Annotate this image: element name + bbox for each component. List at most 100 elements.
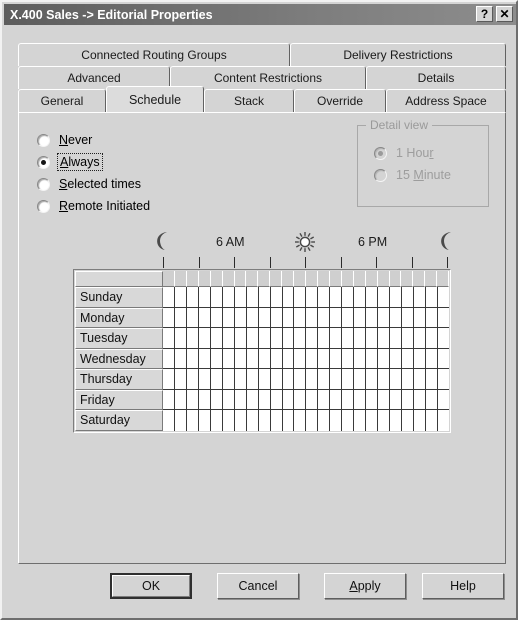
schedule-cell[interactable]: [306, 348, 319, 369]
tab-general[interactable]: General: [18, 89, 106, 112]
day-label[interactable]: Tuesday: [75, 328, 163, 349]
schedule-cell[interactable]: [402, 389, 415, 410]
schedule-cell[interactable]: [186, 410, 199, 431]
schedule-cell[interactable]: [354, 389, 367, 410]
schedule-cell[interactable]: [366, 389, 379, 410]
schedule-cell[interactable]: [402, 307, 415, 328]
schedule-cell[interactable]: [282, 410, 295, 431]
schedule-cell[interactable]: [234, 328, 247, 349]
schedule-cell[interactable]: [437, 348, 449, 369]
tab-details[interactable]: Details: [366, 66, 506, 89]
hour-cells[interactable]: [163, 389, 449, 410]
schedule-cell[interactable]: [174, 410, 187, 431]
tab-connected-routing-groups[interactable]: Connected Routing Groups: [18, 43, 290, 66]
schedule-cell[interactable]: [198, 271, 211, 287]
schedule-cell[interactable]: [246, 271, 259, 287]
schedule-cell[interactable]: [354, 307, 367, 328]
schedule-cell[interactable]: [366, 348, 379, 369]
tab-address-space[interactable]: Address Space: [386, 89, 506, 112]
schedule-cell[interactable]: [342, 328, 355, 349]
day-label[interactable]: Monday: [75, 307, 163, 328]
schedule-cell[interactable]: [198, 307, 211, 328]
schedule-cell[interactable]: [425, 328, 438, 349]
schedule-cell[interactable]: [378, 369, 391, 390]
schedule-cell[interactable]: [318, 307, 331, 328]
schedule-cell[interactable]: [354, 287, 367, 308]
schedule-cell[interactable]: [330, 307, 343, 328]
schedule-cell[interactable]: [186, 369, 199, 390]
schedule-cell[interactable]: [282, 307, 295, 328]
schedule-cell[interactable]: [318, 287, 331, 308]
schedule-cell[interactable]: [402, 410, 415, 431]
schedule-cell[interactable]: [174, 287, 187, 308]
hour-cells[interactable]: [163, 307, 449, 328]
schedule-cell[interactable]: [366, 410, 379, 431]
schedule-cell[interactable]: [366, 307, 379, 328]
schedule-cell[interactable]: [258, 348, 271, 369]
cancel-button[interactable]: Cancel: [217, 573, 299, 599]
schedule-cell[interactable]: [294, 271, 307, 287]
schedule-cell[interactable]: [282, 271, 295, 287]
schedule-cell[interactable]: [198, 348, 211, 369]
schedule-cell[interactable]: [258, 410, 271, 431]
schedule-cell[interactable]: [163, 287, 175, 308]
schedule-cell[interactable]: [270, 389, 283, 410]
schedule-cell[interactable]: [414, 287, 426, 308]
schedule-cell[interactable]: [174, 307, 187, 328]
day-label[interactable]: Wednesday: [75, 348, 163, 369]
schedule-cell[interactable]: [222, 307, 235, 328]
schedule-cell[interactable]: [354, 328, 367, 349]
schedule-cell[interactable]: [234, 271, 247, 287]
schedule-cell[interactable]: [306, 410, 319, 431]
schedule-cell[interactable]: [402, 287, 415, 308]
day-label[interactable]: Sunday: [75, 287, 163, 308]
schedule-cell[interactable]: [186, 389, 199, 410]
schedule-cell[interactable]: [378, 410, 391, 431]
schedule-cell[interactable]: [342, 287, 355, 308]
help-button[interactable]: Help: [422, 573, 504, 599]
schedule-cell[interactable]: [437, 389, 449, 410]
schedule-cell[interactable]: [234, 369, 247, 390]
schedule-cell[interactable]: [186, 348, 199, 369]
schedule-cell[interactable]: [186, 287, 199, 308]
schedule-cell[interactable]: [414, 328, 426, 349]
schedule-cell[interactable]: [317, 271, 330, 287]
schedule-cell[interactable]: [425, 369, 438, 390]
schedule-cell[interactable]: [246, 389, 259, 410]
schedule-cell[interactable]: [222, 389, 235, 410]
table-row[interactable]: Monday: [75, 307, 449, 328]
schedule-cell[interactable]: [342, 410, 355, 431]
schedule-cell[interactable]: [330, 389, 343, 410]
schedule-cell[interactable]: [341, 271, 354, 287]
schedule-cell[interactable]: [437, 369, 449, 390]
schedule-cell[interactable]: [414, 369, 426, 390]
schedule-cell[interactable]: [174, 369, 187, 390]
schedule-cell[interactable]: [342, 389, 355, 410]
schedule-cell[interactable]: [222, 328, 235, 349]
schedule-cell[interactable]: [425, 410, 438, 431]
schedule-cell[interactable]: [390, 410, 403, 431]
schedule-cell[interactable]: [258, 271, 271, 287]
close-icon[interactable]: ✕: [496, 6, 513, 22]
schedule-cell[interactable]: [186, 271, 199, 287]
schedule-cell[interactable]: [306, 389, 319, 410]
radio-selected-times[interactable]: Selected times: [37, 173, 150, 195]
schedule-cell[interactable]: [198, 369, 211, 390]
schedule-cell[interactable]: [306, 328, 319, 349]
hour-cells[interactable]: [163, 328, 449, 349]
schedule-cell[interactable]: [234, 348, 247, 369]
schedule-cell[interactable]: [246, 287, 259, 308]
schedule-cell[interactable]: [294, 328, 307, 349]
schedule-cell[interactable]: [258, 369, 271, 390]
schedule-cell[interactable]: [330, 348, 343, 369]
schedule-cell[interactable]: [389, 271, 402, 287]
table-row[interactable]: Tuesday: [75, 328, 449, 349]
schedule-cell[interactable]: [366, 328, 379, 349]
hour-cells[interactable]: [163, 369, 449, 390]
day-label[interactable]: Saturday: [75, 410, 163, 431]
schedule-cell[interactable]: [318, 328, 331, 349]
schedule-cell[interactable]: [425, 389, 438, 410]
schedule-cell[interactable]: [270, 328, 283, 349]
schedule-cell[interactable]: [330, 328, 343, 349]
schedule-cell[interactable]: [330, 369, 343, 390]
